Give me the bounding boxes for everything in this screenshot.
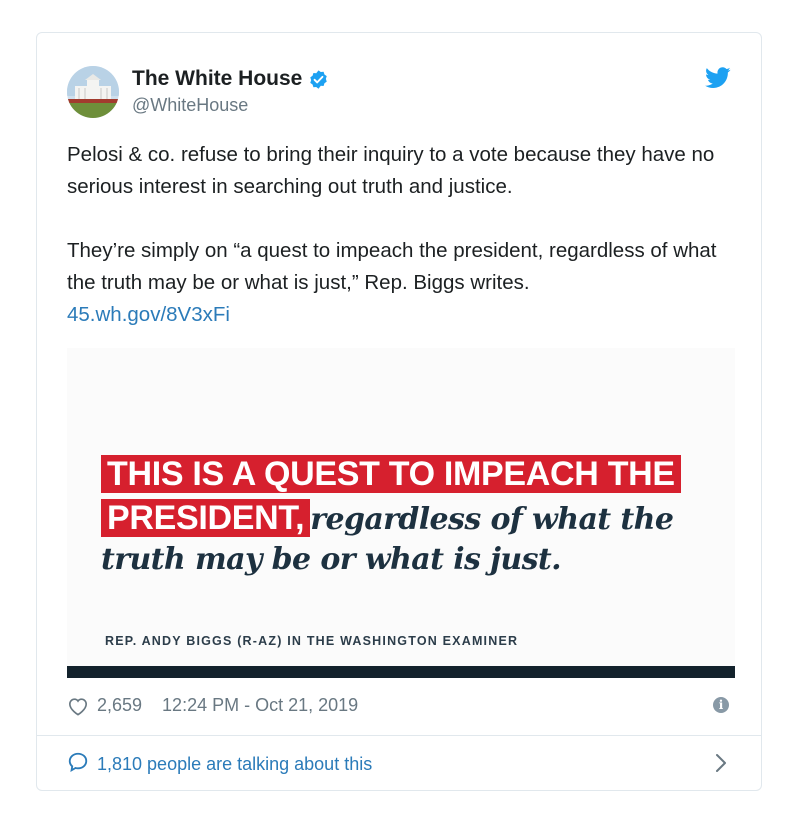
quote-line-1: THIS IS A QUEST TO IMPEACH THE xyxy=(101,454,721,494)
info-icon[interactable]: i xyxy=(713,697,729,713)
comment-bubble-icon xyxy=(67,751,89,778)
media-bottom-bar xyxy=(67,666,735,678)
verified-badge-icon xyxy=(308,69,329,90)
author-row: The White House xyxy=(132,67,329,91)
author-name[interactable]: The White House xyxy=(132,67,302,91)
quote-highlight-2: PRESIDENT, xyxy=(101,499,311,537)
tweet-card: The White House @WhiteHouse Pelosi & co.… xyxy=(36,32,762,791)
tweet-meta: 2,659 12:24 PM - Oct 21, 2019 xyxy=(67,695,358,716)
quote-highlight-1: THIS IS A QUEST TO IMPEACH THE xyxy=(101,455,681,493)
like-count[interactable]: 2,659 xyxy=(97,695,142,716)
conversation-label: 1,810 people are talking about this xyxy=(97,754,373,774)
media-card[interactable]: THIS IS A QUEST TO IMPEACH THE PRESIDENT… xyxy=(67,348,735,678)
tweet-link[interactable]: 45.wh.gov/8V3xFi xyxy=(67,299,737,331)
quote-line-3: truth may be or what is just. xyxy=(101,542,721,577)
tweet-timestamp[interactable]: 12:24 PM - Oct 21, 2019 xyxy=(162,695,358,716)
tweet-text: Pelosi & co. refuse to bring their inqui… xyxy=(67,139,737,331)
quote-attribution: REP. ANDY BIGGS (R-AZ) IN THE WASHINGTON… xyxy=(105,634,519,648)
avatar[interactable] xyxy=(67,66,119,118)
media-quote: THIS IS A QUEST TO IMPEACH THE PRESIDENT… xyxy=(101,454,721,581)
author-handle[interactable]: @WhiteHouse xyxy=(132,95,248,116)
conversation-link[interactable]: 1,810 people are talking about this xyxy=(67,751,372,778)
tweet-paragraph-1: Pelosi & co. refuse to bring their inqui… xyxy=(67,143,715,198)
twitter-bird-icon[interactable] xyxy=(705,67,731,89)
chevron-right-icon[interactable] xyxy=(715,753,727,773)
divider xyxy=(37,735,761,736)
quote-text-2: regardless of what the xyxy=(310,502,674,537)
heart-icon[interactable] xyxy=(67,696,89,716)
quote-line-2: PRESIDENT, regardless of what the xyxy=(101,498,721,538)
tweet-paragraph-2: They’re simply on “a quest to impeach th… xyxy=(67,239,717,294)
quote-text-3: truth may be or what is just. xyxy=(101,542,562,577)
